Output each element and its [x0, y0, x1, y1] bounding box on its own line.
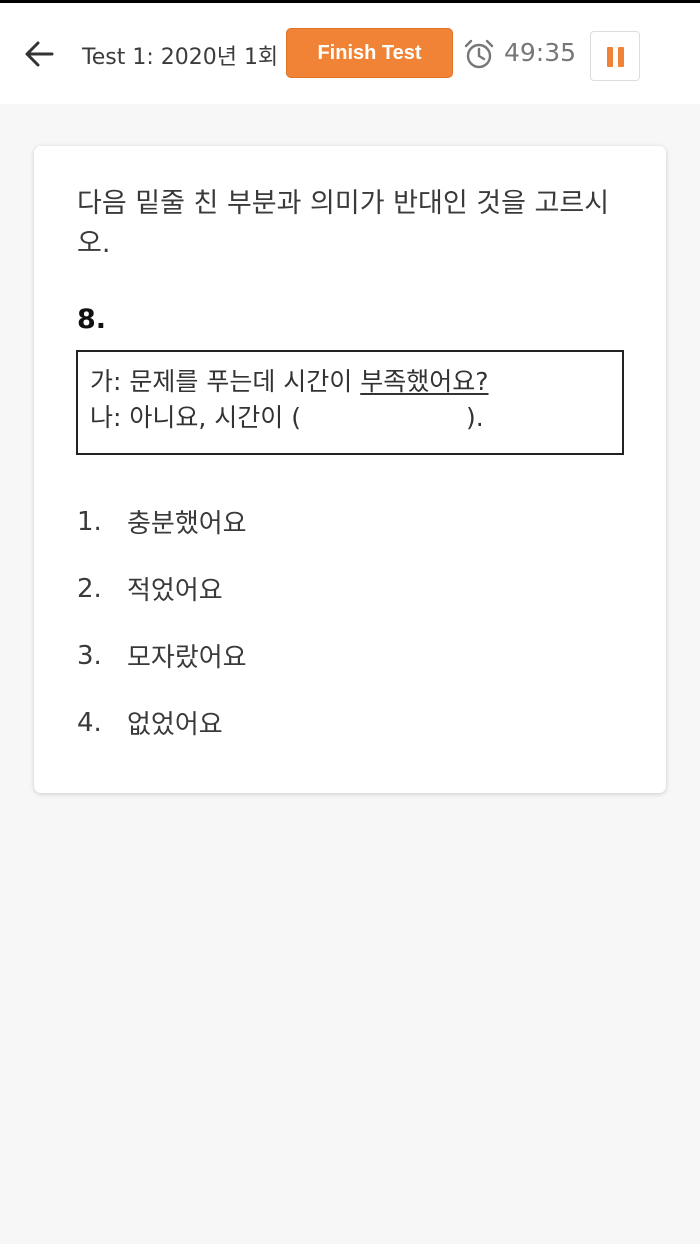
back-button[interactable] [22, 36, 58, 72]
dialog-line-2-text: 나: 아니요, 시간이 ( [90, 403, 301, 432]
option-number: 4. [77, 707, 102, 738]
option-number: 2. [77, 573, 102, 604]
answer-option-2[interactable]: 2. 적었어요 [77, 555, 617, 622]
answer-option-4[interactable]: 4. 없었어요 [77, 689, 617, 756]
timer-readout: 49:35 [504, 38, 577, 67]
question-card: 다음 밑줄 친 부분과 의미가 반대인 것을 고르시오. 8. 가: 문제를 푸… [34, 146, 666, 793]
finish-test-button[interactable]: Finish Test [286, 28, 453, 78]
option-text: 적었어요 [127, 576, 223, 606]
option-text: 충분했어요 [127, 509, 247, 539]
dialog-line-1-text: 가: 문제를 푸는데 시간이 [90, 367, 361, 396]
alarm-clock-icon [463, 38, 495, 70]
answer-option-1[interactable]: 1. 충분했어요 [77, 488, 617, 555]
arrow-left-icon [25, 41, 54, 67]
underlined-phrase: 부족했어요? [360, 367, 489, 396]
dialog-line-1: 가: 문제를 푸는데 시간이 부족했어요? [90, 364, 612, 400]
answer-options: 1. 충분했어요 2. 적었어요 3. 모자랐어요 4. 없었어요 [77, 488, 617, 756]
option-number: 3. [77, 640, 102, 671]
option-text: 모자랐어요 [127, 643, 247, 673]
test-title: Test 1: 2020년 1회 [82, 45, 279, 70]
dialog-line-2-close: ). [465, 403, 484, 432]
question-instruction: 다음 밑줄 친 부분과 의미가 반대인 것을 고르시오. [77, 188, 610, 259]
dialog-box: 가: 문제를 푸는데 시간이 부족했어요? 나: 아니요, 시간이 (). [76, 350, 624, 455]
pause-button[interactable] [590, 31, 640, 81]
answer-option-3[interactable]: 3. 모자랐어요 [77, 622, 617, 689]
dialog-line-2: 나: 아니요, 시간이 (). [90, 400, 612, 436]
option-text: 없었어요 [127, 710, 223, 740]
option-number: 1. [77, 506, 102, 537]
question-number: 8. [77, 304, 107, 335]
top-bar: Test 1: 2020년 1회 Finish Test 49:35 [0, 3, 700, 104]
